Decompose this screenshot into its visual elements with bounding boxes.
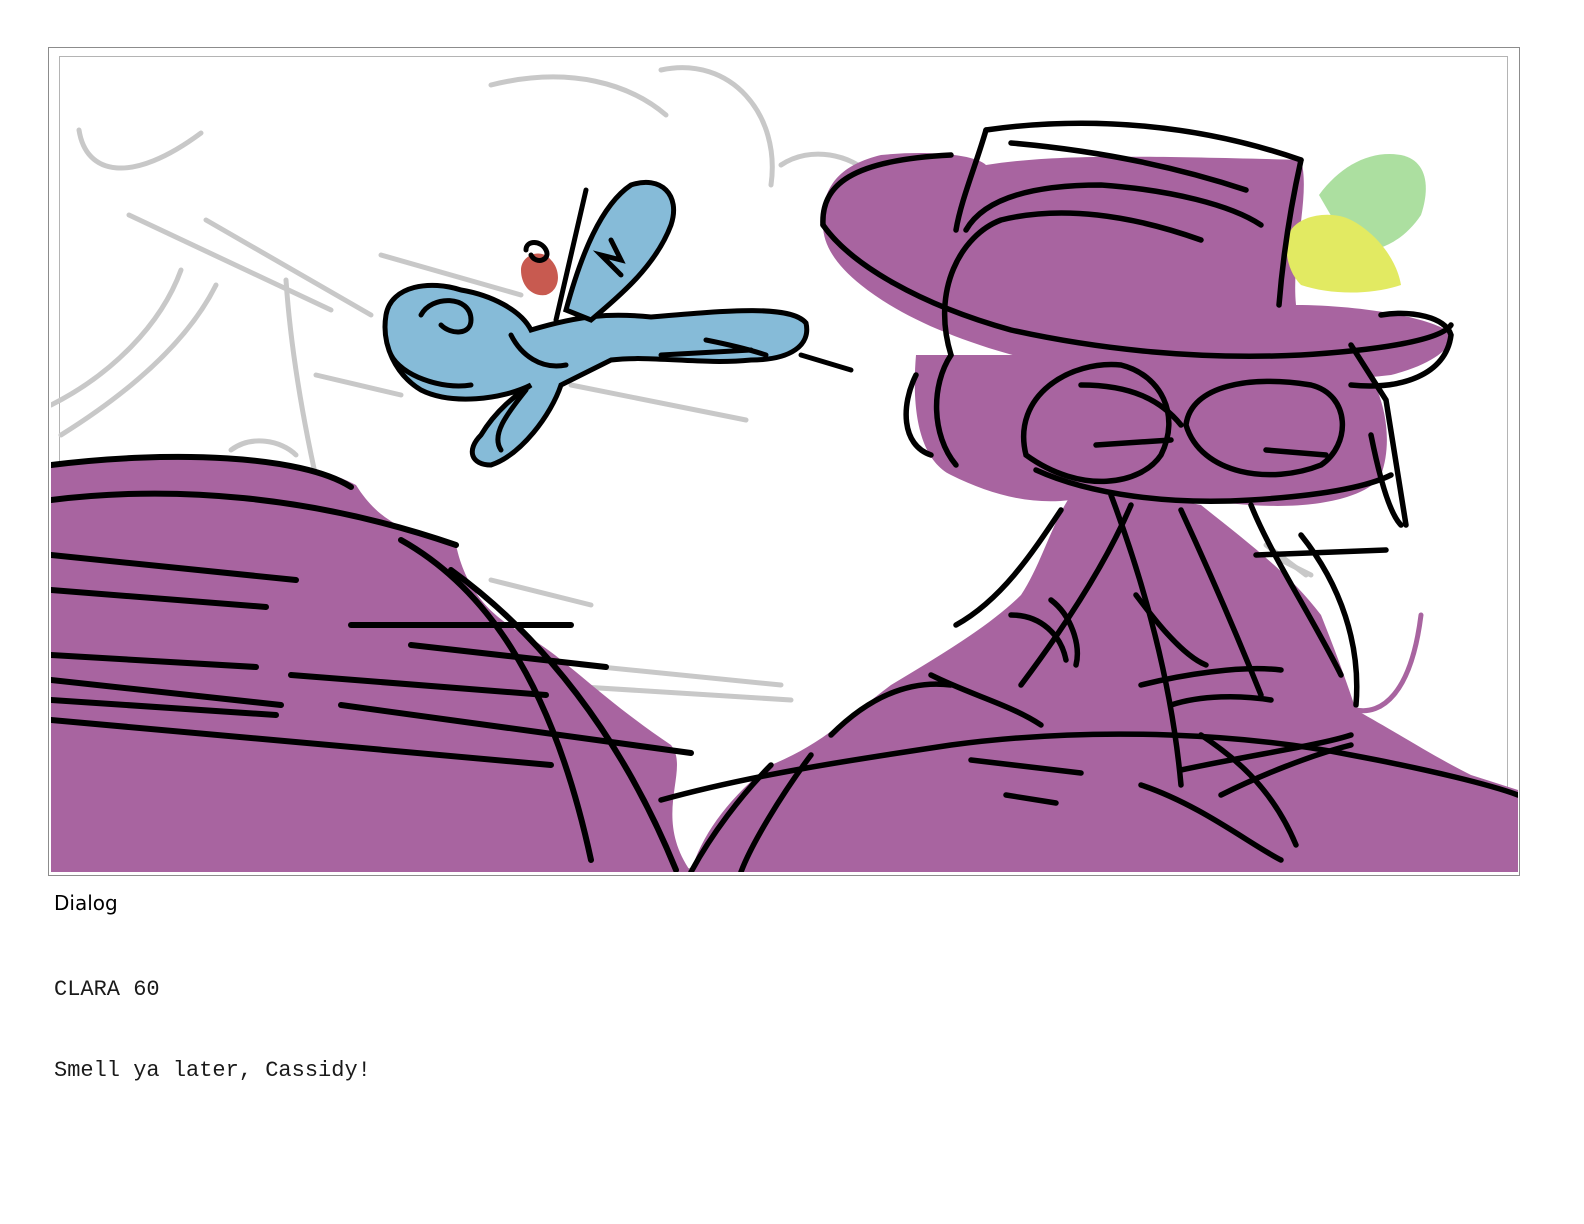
foreground-character-shoulder xyxy=(51,453,694,872)
dialog-text-block: CLARA 60 Smell ya later, Cassidy! xyxy=(54,922,371,1111)
dialog-section-label: Dialog xyxy=(54,891,118,915)
blue-fly-character xyxy=(382,179,854,468)
dialog-line: Smell ya later, Cassidy! xyxy=(54,1058,371,1083)
purple-hat-character xyxy=(658,120,1518,872)
storyboard-panel-illustration xyxy=(51,65,1518,872)
dialog-speaker: CLARA 60 xyxy=(54,977,160,1002)
